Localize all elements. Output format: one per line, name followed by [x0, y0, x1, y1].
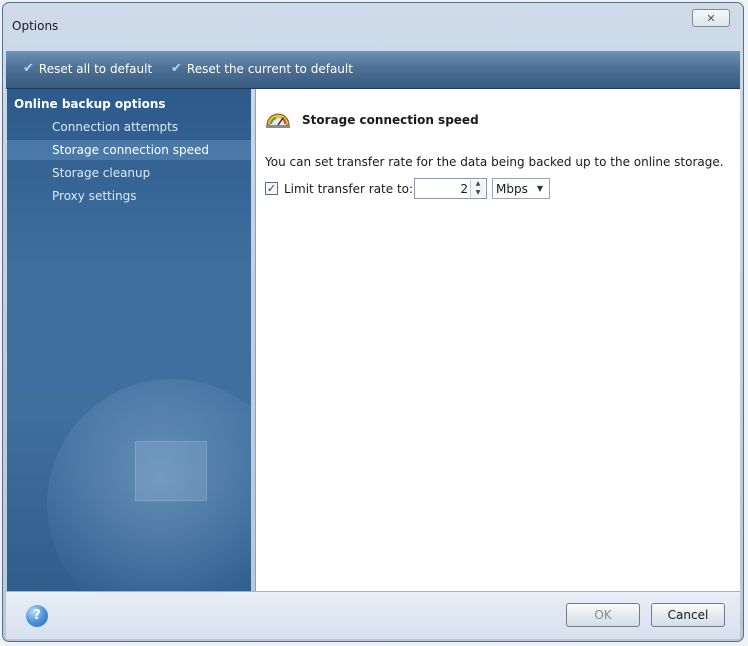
sidebar-item-storage-connection-speed[interactable]: Storage connection speed	[7, 140, 251, 160]
limit-transfer-checkbox[interactable]: ✓	[265, 182, 278, 195]
content-panel: Storage connection speed You can set tra…	[255, 89, 740, 591]
sidebar-item-label: Storage connection speed	[52, 143, 209, 157]
speed-gauge-icon	[266, 113, 290, 128]
close-icon: ✕	[706, 12, 716, 25]
stepper-arrows: ▲ ▼	[470, 180, 485, 197]
stepper-down-icon[interactable]: ▼	[471, 189, 485, 197]
reset-current-label: Reset the current to default	[186, 61, 353, 76]
limit-transfer-row: ✓ Limit transfer rate to: 2 ▲ ▼ Mbps ▼	[265, 178, 725, 202]
sidebar-item-proxy-settings[interactable]: Proxy settings	[7, 186, 251, 206]
limit-transfer-label: Limit transfer rate to:	[284, 182, 414, 196]
dialog-footer: ? OK Cancel	[6, 591, 740, 639]
reset-all-label: Reset all to default	[38, 61, 153, 76]
window-title: Options	[12, 19, 59, 33]
sidebar-item-storage-cleanup[interactable]: Storage cleanup	[7, 163, 251, 183]
transfer-rate-value: 2	[460, 182, 468, 196]
options-dialog: Options ✕ ✔ Reset all to default ✔ Reset…	[2, 2, 744, 642]
sidebar-item-label: Storage cleanup	[52, 166, 151, 180]
reset-current-button[interactable]: ✔ Reset the current to default	[171, 61, 353, 76]
decorative-monitor-graphic	[135, 441, 207, 501]
transfer-rate-stepper[interactable]: 2 ▲ ▼	[414, 178, 487, 199]
sidebar-item-connection-attempts[interactable]: Connection attempts	[7, 117, 251, 137]
reset-all-button[interactable]: ✔ Reset all to default	[23, 61, 152, 76]
close-button[interactable]: ✕	[692, 9, 730, 27]
chevron-down-icon: ▼	[536, 184, 543, 193]
sidebar: Online backup options Connection attempt…	[7, 89, 251, 591]
transfer-unit-value: Mbps	[496, 182, 528, 196]
stepper-up-icon[interactable]: ▲	[471, 180, 485, 188]
check-icon: ✔	[171, 61, 182, 76]
toolbar: ✔ Reset all to default ✔ Reset the curre…	[6, 51, 740, 89]
cancel-button[interactable]: Cancel	[651, 603, 725, 627]
section-description: You can set transfer rate for the data b…	[265, 155, 724, 169]
sidebar-item-label: Proxy settings	[52, 189, 137, 203]
help-icon[interactable]: ?	[26, 605, 48, 627]
section-title: Storage connection speed	[302, 113, 479, 127]
sidebar-heading: Online backup options	[14, 97, 166, 111]
transfer-unit-select[interactable]: Mbps ▼	[492, 178, 550, 199]
check-icon: ✔	[23, 61, 34, 76]
ok-button[interactable]: OK	[566, 603, 640, 627]
sidebar-item-label: Connection attempts	[52, 120, 179, 134]
title-bar[interactable]: Options ✕	[3, 3, 743, 51]
